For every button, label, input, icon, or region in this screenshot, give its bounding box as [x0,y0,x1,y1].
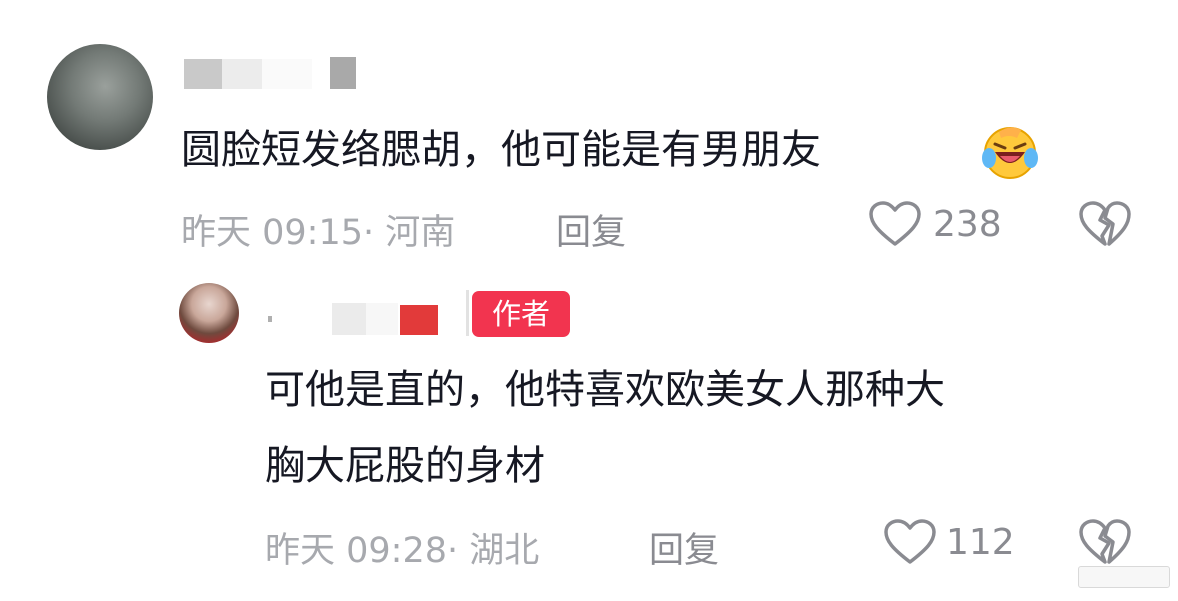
comment-text: 圆脸短发络腮胡，他可能是有男朋友 [181,127,821,173]
heart-like-icon[interactable] [868,200,922,248]
like-count: 238 [933,204,1002,245]
heart-like-icon[interactable] [883,518,937,566]
laughing-crying-emoji-icon [981,122,1039,180]
broken-heart-dislike-icon[interactable] [1078,518,1132,566]
author-badge: 作者 [472,291,570,337]
reply-like-count: 112 [946,522,1015,563]
reply-to-reply-button[interactable]: 回复 [649,522,719,573]
broken-heart-dislike-icon[interactable] [1078,200,1132,248]
reply-time-location: 昨天 09:28· 湖北 [265,531,540,571]
comment-time-location: 昨天 09:15· 河南 [181,213,456,253]
author-avatar[interactable] [179,283,239,343]
reply-button[interactable]: 回复 [556,204,626,255]
commenter-avatar[interactable] [47,44,153,150]
watermark-icon [1078,566,1170,588]
reply-text-line-2: 胸大屁股的身材 [265,443,545,489]
reply-text-line-1: 可他是直的，他特喜欢欧美女人那种大 [265,367,945,413]
